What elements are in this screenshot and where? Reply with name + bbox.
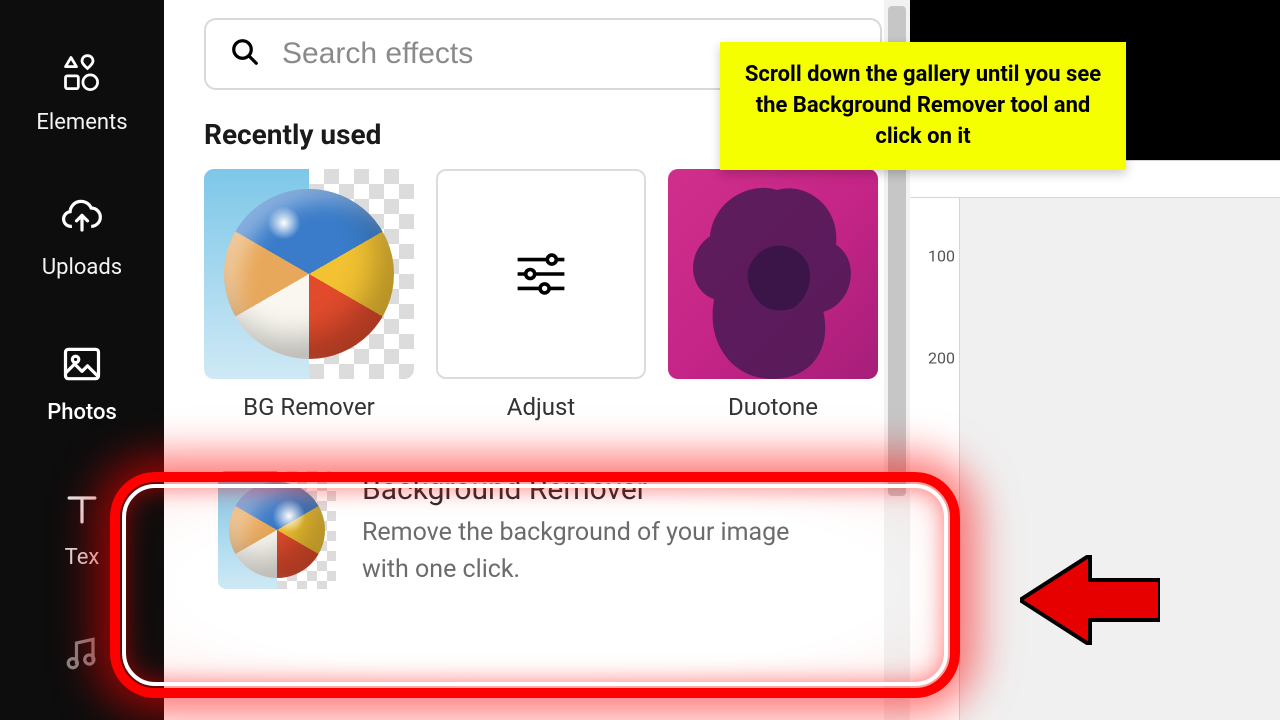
sliders-icon <box>514 252 568 296</box>
music-icon <box>58 630 106 678</box>
recent-label: BG Remover <box>243 393 375 421</box>
nav-text[interactable]: Tex <box>58 485 106 570</box>
instruction-callout: Scroll down the gallery until you see th… <box>720 42 1126 170</box>
recent-label: Adjust <box>507 393 575 421</box>
photo-icon <box>58 340 106 388</box>
nav-audio[interactable] <box>58 630 106 678</box>
recent-bg-remover[interactable]: BG Remover <box>204 169 414 421</box>
bg-remover-thumb <box>204 169 414 379</box>
nav-label: Elements <box>36 110 127 135</box>
nav-label: Uploads <box>42 255 122 280</box>
nav-label: Tex <box>65 545 100 570</box>
ruler-tick: 100 <box>928 247 955 266</box>
nav-label: Photos <box>47 400 117 425</box>
tool-title: Background Remover <box>362 472 842 507</box>
search-icon <box>230 37 260 71</box>
recent-label: Duotone <box>728 393 818 421</box>
background-remover-row[interactable]: Background Remover Remove the background… <box>204 461 882 599</box>
bg-row-text: Background Remover Remove the background… <box>362 472 842 588</box>
adjust-thumb <box>436 169 646 379</box>
tool-description: Remove the background of your image with… <box>362 515 842 588</box>
duotone-thumb <box>668 169 878 379</box>
nav-photos[interactable]: Photos <box>47 340 117 425</box>
left-nav: Elements Uploads Photos <box>0 0 164 720</box>
recent-row: BG Remover Adjust <box>204 169 882 421</box>
nav-elements[interactable]: Elements <box>36 50 127 135</box>
recent-adjust[interactable]: Adjust <box>436 169 646 421</box>
ruler-tick: 200 <box>928 349 955 368</box>
text-icon <box>58 485 106 533</box>
ruler-vertical: 100 200 <box>910 198 960 720</box>
bg-remover-icon <box>218 471 336 589</box>
nav-uploads[interactable]: Uploads <box>42 195 122 280</box>
recent-duotone[interactable]: Duotone <box>668 169 878 421</box>
pointer-arrow <box>1020 555 1160 645</box>
upload-icon <box>58 195 106 243</box>
elements-icon <box>58 50 106 98</box>
